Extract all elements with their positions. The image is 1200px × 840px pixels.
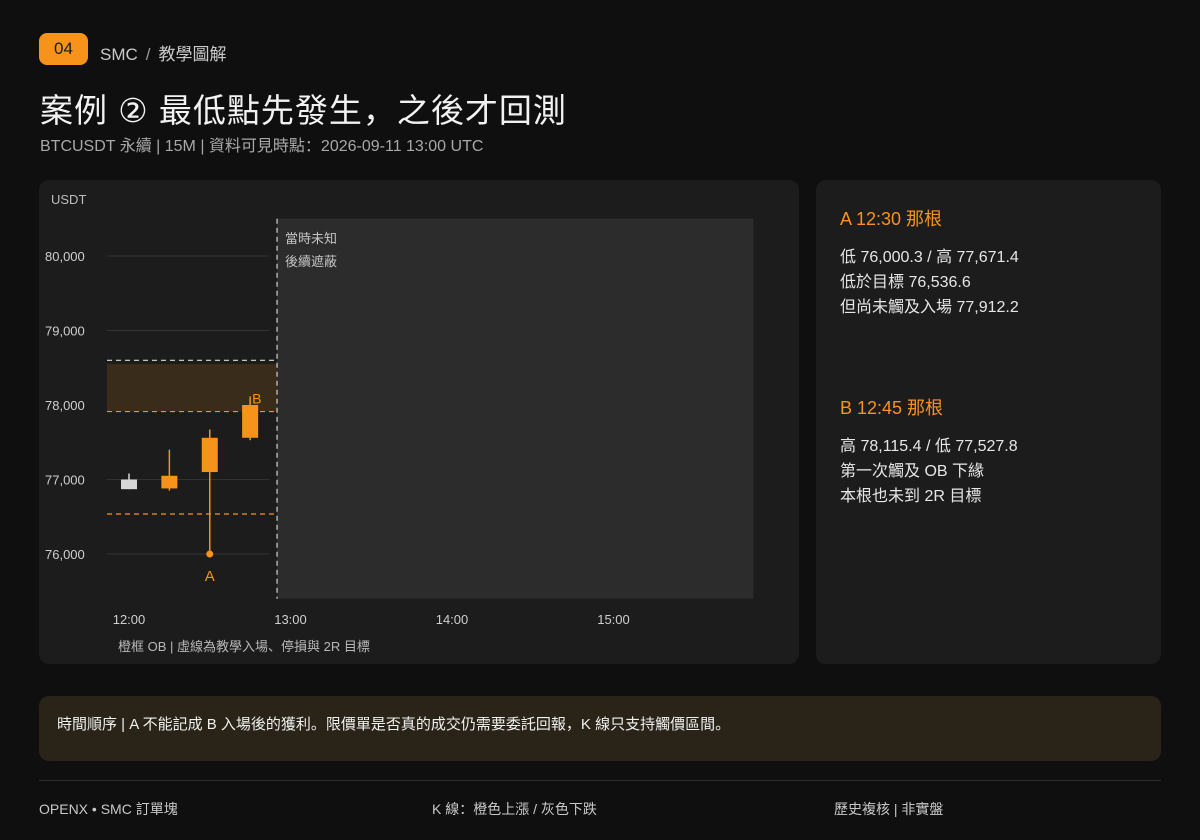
- candle-body: [201, 437, 218, 473]
- footer-brand: OPENX • SMC 訂單塊: [39, 801, 178, 817]
- candle-b-label: B: [252, 390, 261, 406]
- y-tick-label: 78,000: [45, 398, 85, 413]
- breadcrumb: SMC / 教學圖解: [100, 40, 227, 65]
- x-tick-label: 14:00: [436, 612, 469, 627]
- candle-body: [242, 405, 259, 438]
- footer-status: 歷史複核 | 非實盤: [834, 801, 944, 817]
- timing-note-text: 時間順序 | A 不能記成 B 入場後的獲利。限價單是否真的成交仍需要委託回報，…: [57, 716, 731, 733]
- breadcrumb-separator: /: [145, 45, 151, 64]
- chart-caption: 橙框 OB | 虛線為教學入場、停損與 2R 目標: [118, 639, 370, 654]
- mask-label: 當時未知: [285, 231, 337, 246]
- candle-b-line-3: 本根也未到 2R 目標: [840, 488, 982, 505]
- x-tick-label: 12:00: [113, 612, 146, 627]
- breadcrumb-page: 教學圖解: [158, 45, 227, 64]
- breadcrumb-section[interactable]: SMC: [100, 45, 138, 64]
- candle-body: [121, 479, 137, 490]
- y-tick-label: 80,000: [45, 249, 85, 264]
- candle-a-heading: A 12:30 那根: [840, 209, 943, 229]
- y-tick-label: 76,000: [45, 547, 85, 562]
- mask-label: 後續遮蔽: [285, 254, 337, 269]
- candlestick-chart: USDT 76,000 77,000 78,000 79,000 80,000 當時未知後續…: [45, 192, 754, 654]
- y-tick-label: 79,000: [45, 324, 85, 339]
- footer-legend: K 線：橙色上漲 / 灰色下跌: [432, 801, 597, 817]
- timing-note: 時間順序 | A 不能記成 B 入場後的獲利。限價單是否真的成交仍需要委託回報，…: [39, 696, 1161, 761]
- page-title: 案例 ② 最低點先發生，之後才回測: [40, 92, 567, 129]
- candle-a-line-2: 低於目標 76,536.6: [840, 274, 971, 291]
- x-tick-label: 13:00: [274, 612, 307, 627]
- candle-a-line-3: 但尚未觸及入場 77,912.2: [840, 299, 1019, 316]
- candle-a-low-dot: [206, 550, 214, 558]
- future-mask: [277, 218, 754, 599]
- candle-b-line-1: 高 78,115.4 / 低 77,527.8: [840, 438, 1018, 455]
- section-badge: 04: [39, 33, 88, 65]
- x-tick-label: 15:00: [597, 612, 630, 627]
- candle-a-line-1: 低 76,000.3 / 高 77,671.4: [840, 249, 1019, 266]
- footer-divider: [39, 780, 1161, 781]
- chart-panel: USDT 76,000 77,000 78,000 79,000 80,000 當時未知後續…: [39, 180, 799, 664]
- candle-b-heading: B 12:45 那根: [840, 398, 944, 418]
- candle-b-line-2: 第一次觸及 OB 下緣: [840, 463, 985, 480]
- page-subtitle: BTCUSDT 永續 | 15M | 資料可見時點：2026-09-11 13:…: [40, 138, 484, 155]
- y-axis-label: USDT: [51, 192, 86, 207]
- candle-body: [161, 475, 178, 489]
- y-tick-label: 77,000: [45, 473, 85, 488]
- side-panel: A 12:30 那根 低 76,000.3 / 高 77,671.4 低於目標 …: [816, 180, 1161, 664]
- candle-a-label: A: [205, 568, 215, 585]
